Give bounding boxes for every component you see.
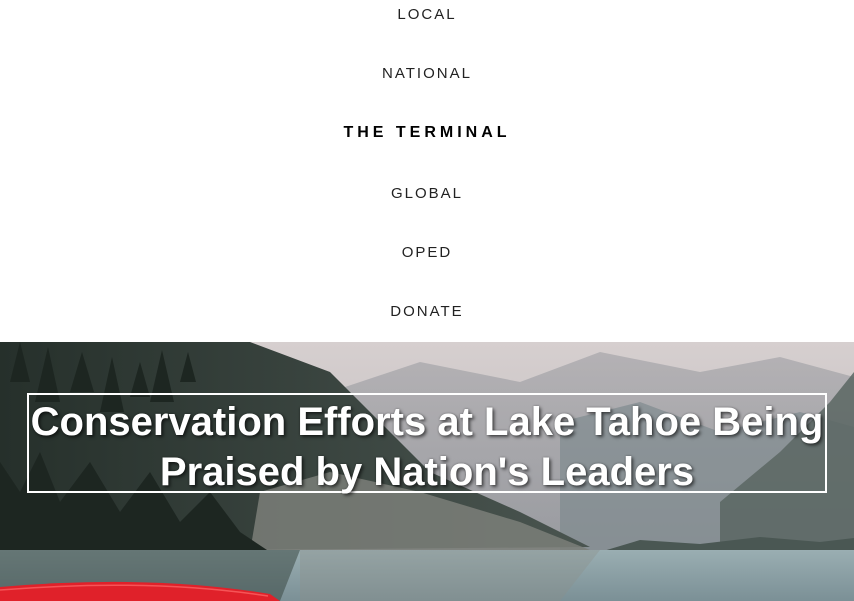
nav-link-the-terminal[interactable]: THE TERMINAL [0,124,854,142]
nav-link-global[interactable]: GLOBAL [0,185,854,203]
main-nav: LOCAL NATIONAL THE TERMINAL GLOBAL OPED … [0,0,854,342]
nav-link-oped[interactable]: OPED [0,244,854,262]
article-headline[interactable]: Conservation Efforts at Lake Tahoe Being… [29,397,825,497]
hero-banner: Conservation Efforts at Lake Tahoe Being… [0,342,854,601]
headline-frame: Conservation Efforts at Lake Tahoe Being… [27,393,827,494]
nav-link-local[interactable]: LOCAL [0,6,854,24]
nav-link-donate[interactable]: DONATE [0,303,854,321]
nav-link-national[interactable]: NATIONAL [0,65,854,83]
